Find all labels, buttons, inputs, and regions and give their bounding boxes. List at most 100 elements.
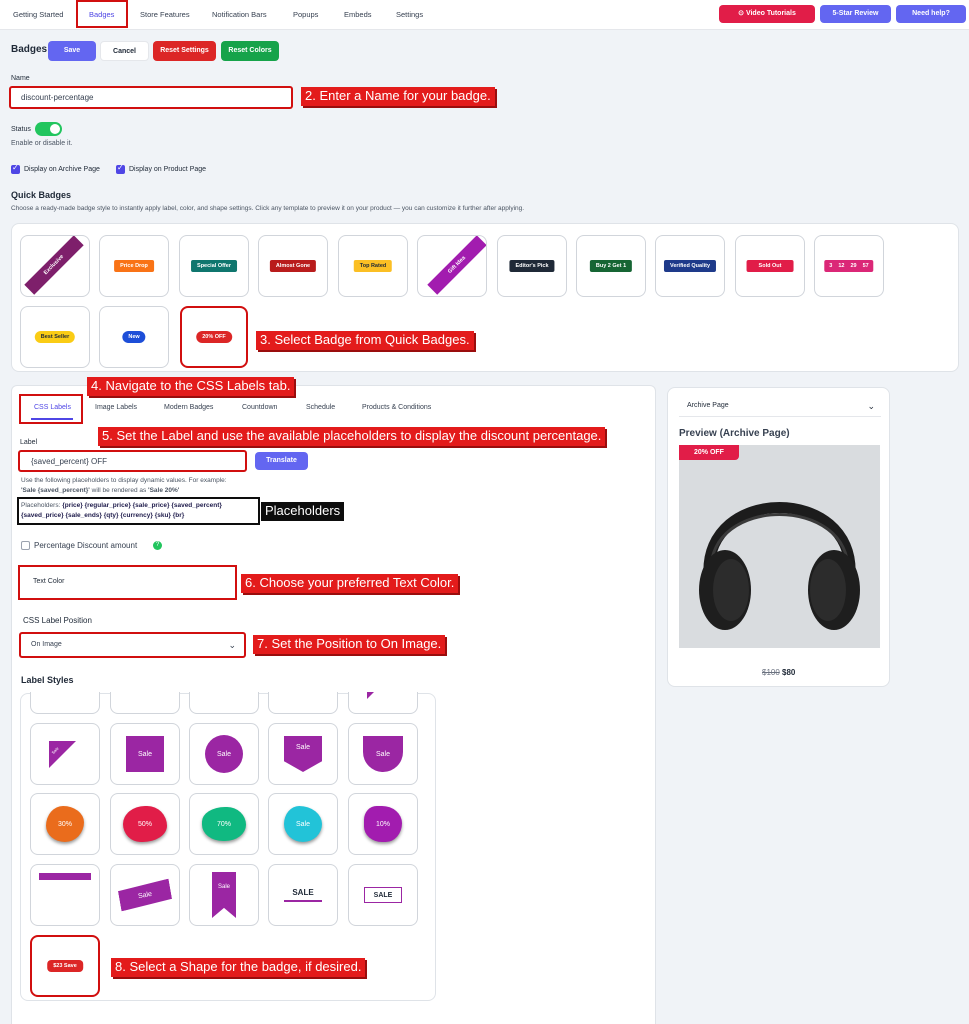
subtab-image-labels[interactable]: Image Labels xyxy=(95,404,137,411)
cancel-button[interactable]: Cancel xyxy=(100,41,149,61)
product-checkbox[interactable]: ✓ xyxy=(116,163,125,174)
bar-shape xyxy=(39,873,91,880)
save-button[interactable]: Save xyxy=(48,41,96,61)
subtab-products-conditions[interactable]: Products & Conditions xyxy=(362,404,431,411)
style-blob-cyan[interactable]: Sale xyxy=(268,793,338,855)
style-ribbon[interactable]: Sale xyxy=(110,864,180,926)
percentage-discount-label: Percentage Discount amount xyxy=(34,541,138,550)
style-circle[interactable]: Sale xyxy=(189,723,259,785)
example-output: 'Sale 20%' xyxy=(148,487,180,494)
ribbon-shape: Sale xyxy=(117,879,172,912)
placeholders-box: Placeholders: {price} {regular_price} {s… xyxy=(17,497,260,525)
quick-badge-special-offer[interactable]: Special Offer xyxy=(179,235,249,297)
style-tile-partial-5[interactable] xyxy=(348,692,418,714)
placeholder-help-line2: 'Sale {saved_percent}' will be rendered … xyxy=(21,487,179,494)
old-price: $100 xyxy=(762,668,780,677)
position-select[interactable]: On Image ⌄ xyxy=(19,632,246,658)
blob-shape: Sale xyxy=(284,806,322,842)
style-tile-partial-3[interactable] xyxy=(189,692,259,714)
reset-colors-button[interactable]: Reset Colors xyxy=(221,41,279,61)
style-outline-text[interactable]: SALE xyxy=(348,864,418,926)
style-tile-partial-4[interactable] xyxy=(268,692,338,714)
quick-badge-price-drop[interactable]: Price Drop xyxy=(99,235,169,297)
percentage-discount-checkbox[interactable] xyxy=(21,541,30,550)
status-toggle[interactable] xyxy=(35,122,62,136)
highlight-badges-tab xyxy=(76,0,128,28)
subtab-css-labels[interactable]: CSS Labels xyxy=(34,404,71,411)
badge-label: Price Drop xyxy=(114,260,154,272)
quick-badge-gift-idea[interactable]: Gift Idea xyxy=(417,235,487,297)
tab-getting-started[interactable]: Getting Started xyxy=(13,0,63,29)
style-tile-partial-2[interactable] xyxy=(110,692,180,714)
headphones-icon xyxy=(699,502,860,630)
badge-label: Top Rated xyxy=(353,260,393,272)
countdown-days: 3 xyxy=(829,263,833,269)
subtab-countdown[interactable]: Countdown xyxy=(242,404,277,411)
style-pentagon[interactable]: Sale xyxy=(268,723,338,785)
quick-badge-new[interactable]: New xyxy=(99,306,169,368)
subtab-modern-badges[interactable]: Modern Badges xyxy=(164,404,213,411)
text-color-field[interactable]: Text Color xyxy=(18,565,237,600)
quick-badge-sold-out[interactable]: Sold Out xyxy=(735,235,805,297)
quick-badges-desc: Choose a ready-made badge style to insta… xyxy=(11,205,525,212)
product-label: Display on Product Page xyxy=(129,166,207,173)
blob-shape: 30% xyxy=(46,806,84,842)
style-blob-red[interactable]: 50% xyxy=(110,793,180,855)
style-underline-text[interactable]: SALE xyxy=(268,864,338,926)
tab-popups[interactable]: Popups xyxy=(293,0,318,29)
tab-notification-bars[interactable]: Notification Bars xyxy=(212,0,267,29)
placeholder-help-line1: Use the following placeholders to displa… xyxy=(21,477,227,484)
annotation-3: 3. Select Badge from Quick Badges. xyxy=(256,331,474,350)
help-button[interactable]: Need help? xyxy=(896,5,966,23)
preview-select[interactable]: Archive Page ⌄ xyxy=(679,396,881,417)
quick-badge-top-rated[interactable]: Top Rated xyxy=(338,235,408,297)
style-square[interactable]: Sale xyxy=(110,723,180,785)
style-blob-orange[interactable]: 30% xyxy=(30,793,100,855)
translate-button[interactable]: Translate xyxy=(255,452,308,470)
position-value: On Image xyxy=(31,641,62,648)
tab-settings[interactable]: Settings xyxy=(396,0,423,29)
style-blob-green[interactable]: 70% xyxy=(189,793,259,855)
quick-badge-buy2get1[interactable]: Buy 2 Get 1 xyxy=(576,235,646,297)
style-bar[interactable] xyxy=(30,864,100,926)
example-connector: will be rendered as xyxy=(89,487,149,494)
quick-badge-best-seller[interactable]: Best Seller xyxy=(20,306,90,368)
video-icon: ⊙ xyxy=(738,10,746,17)
quick-badge-verified-quality[interactable]: Verified Quality xyxy=(655,235,725,297)
style-blob-purple[interactable]: 10% xyxy=(348,793,418,855)
video-tutorials-button[interactable]: ⊙ Video Tutorials xyxy=(719,5,815,23)
style-tile-partial-1[interactable] xyxy=(30,692,100,714)
tab-embeds[interactable]: Embeds xyxy=(344,0,372,29)
preview-price: $100 $80 xyxy=(762,668,795,677)
style-corner-triangle[interactable]: Sale xyxy=(30,723,100,785)
style-bookmark[interactable]: Sale xyxy=(189,864,259,926)
badge-label: Best Seller xyxy=(34,331,76,343)
name-input[interactable]: discount-percentage xyxy=(9,86,293,109)
placeholders-line1: Placeholders: {price} {regular_price} {s… xyxy=(21,502,222,509)
quick-badge-exclusive[interactable]: Exclusive xyxy=(20,235,90,297)
quick-badge-almost-gone[interactable]: Almost Gone xyxy=(258,235,328,297)
reset-settings-button[interactable]: Reset Settings xyxy=(153,41,216,61)
label-input[interactable]: {saved_percent} OFF xyxy=(18,450,247,472)
style-speech-bubble[interactable]: $23 Save xyxy=(30,935,100,997)
subtab-schedule[interactable]: Schedule xyxy=(306,404,335,411)
corner-shape xyxy=(367,692,374,699)
quick-badge-editors-pick[interactable]: Editor's Pick xyxy=(497,235,567,297)
countdown-mins: 29 xyxy=(850,263,857,269)
help-icon[interactable]: ? xyxy=(153,541,162,550)
quick-badge-20-off[interactable]: 20% OFF xyxy=(180,306,248,368)
review-button[interactable]: 5-Star Review xyxy=(820,5,891,23)
status-label: Status xyxy=(11,126,31,133)
label-field-label: Label xyxy=(20,439,38,446)
quick-badge-countdown[interactable]: 3 12 29 57 xyxy=(814,235,884,297)
badge-label: Almost Gone xyxy=(269,260,317,272)
style-shield[interactable]: Sale xyxy=(348,723,418,785)
tab-store-features[interactable]: Store Features xyxy=(140,0,190,29)
active-tab-underline xyxy=(31,418,73,420)
bookmark-shape: Sale xyxy=(212,872,236,918)
shield-shape: Sale xyxy=(363,736,403,772)
blob-shape: 10% xyxy=(364,806,402,842)
archive-checkbox[interactable]: ✓ xyxy=(11,163,20,174)
preview-title: Preview (Archive Page) xyxy=(679,428,790,439)
preview-badge: 20% OFF xyxy=(679,445,739,460)
